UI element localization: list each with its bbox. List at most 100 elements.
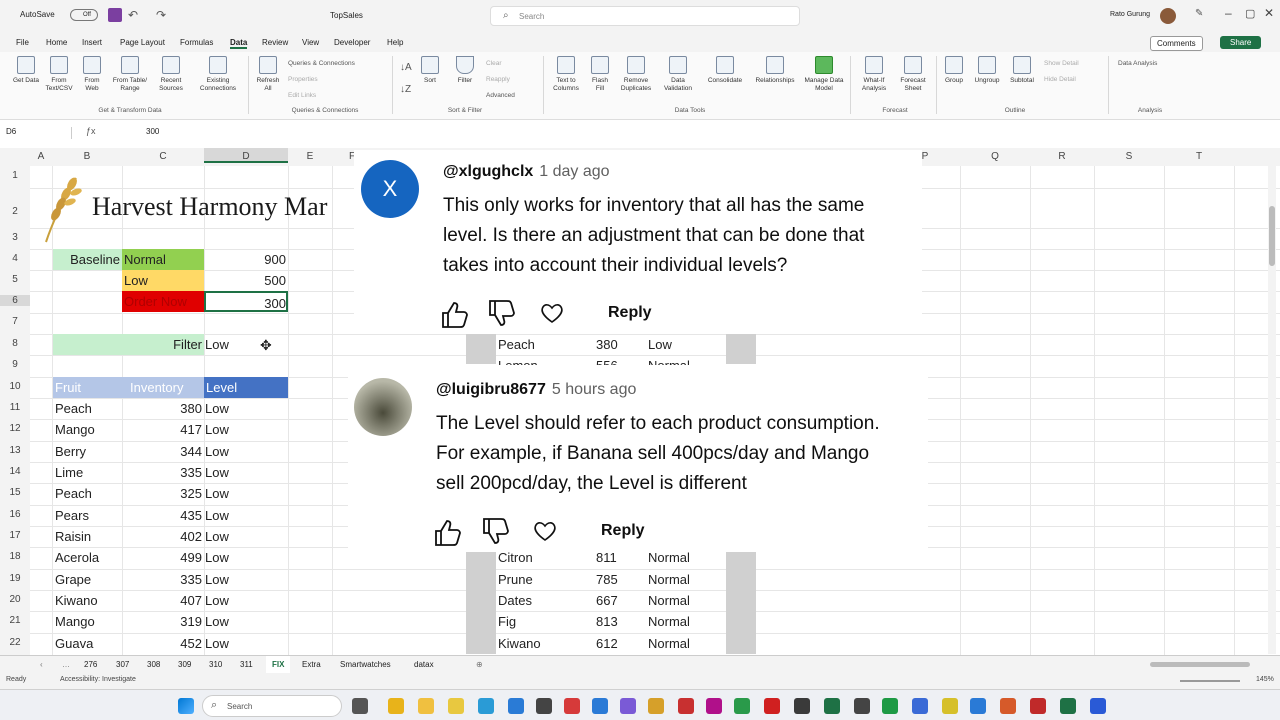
comment-time[interactable]: 5 hours ago <box>552 381 637 398</box>
column-header[interactable]: Q <box>960 151 1030 162</box>
side-cell-fruit[interactable]: Dates <box>498 590 568 611</box>
row-header[interactable]: 20 <box>0 594 30 605</box>
cell-fruit[interactable]: Lime <box>55 462 122 483</box>
properties-button[interactable]: Properties <box>288 76 318 83</box>
powerpoint-icon[interactable] <box>678 698 694 714</box>
tab-developer[interactable]: Developer <box>334 38 370 47</box>
scrollbar-thumb[interactable] <box>1269 206 1275 266</box>
maximize-icon[interactable]: ▢ <box>1245 7 1255 20</box>
cell-level[interactable]: Low <box>205 611 285 632</box>
tabs-prev-icon[interactable]: ‹ <box>40 660 43 669</box>
row-header[interactable]: 9 <box>0 359 30 370</box>
comment-handle[interactable]: @luigibru8677 <box>436 381 546 398</box>
user-avatar[interactable] <box>1160 8 1176 24</box>
horizontal-scrollbar[interactable] <box>1150 662 1250 667</box>
sheet-tab[interactable]: Smartwatches <box>340 660 391 669</box>
side-cell-level[interactable]: Normal <box>648 590 718 611</box>
sheet-tab[interactable]: 307 <box>116 660 129 669</box>
sticky-notes-icon[interactable] <box>448 698 464 714</box>
app-icon[interactable] <box>854 698 870 714</box>
cell-fruit[interactable]: Acerola <box>55 547 122 568</box>
side-cell-inventory[interactable]: 785 <box>596 569 636 590</box>
cell-inventory[interactable]: 499 <box>122 547 202 568</box>
cell-level[interactable]: Low <box>205 526 285 547</box>
filter-value[interactable]: Low <box>205 334 265 355</box>
sort-az-icon[interactable]: ↓A <box>400 62 412 73</box>
side-cell-fruit[interactable]: Kiwano <box>498 633 568 653</box>
taskbar-search[interactable]: ⌕ Search <box>202 695 342 717</box>
what-if-button[interactable]: What-If Analysis <box>854 56 894 93</box>
row-header[interactable]: 2 <box>0 206 30 217</box>
data-analysis-button[interactable]: Data Analysis <box>1118 60 1157 67</box>
get-data-button[interactable]: Get Data <box>12 56 40 85</box>
tab-view[interactable]: View <box>302 38 319 47</box>
vertical-scrollbar[interactable] <box>1268 166 1276 654</box>
filter-button[interactable]: Filter <box>452 56 478 85</box>
clear-button[interactable]: Clear <box>486 60 502 67</box>
app-icon[interactable] <box>1090 698 1106 714</box>
cell-inventory[interactable]: 344 <box>122 441 202 462</box>
comment-avatar[interactable] <box>354 378 412 436</box>
tab-formulas[interactable]: Formulas <box>180 38 213 47</box>
reply-button[interactable]: Reply <box>601 522 645 540</box>
baseline-level-low[interactable]: Low <box>122 270 204 291</box>
side-cell-inventory[interactable]: 811 <box>596 549 636 565</box>
side-cell-inventory[interactable]: 813 <box>596 611 636 632</box>
app-icon[interactable] <box>824 698 840 714</box>
tab-home[interactable]: Home <box>46 38 67 47</box>
cell-level[interactable]: Low <box>205 419 285 440</box>
group-button[interactable]: Group <box>940 56 968 85</box>
vscode-icon[interactable] <box>592 698 608 714</box>
save-icon[interactable] <box>108 8 122 22</box>
side-cell-level[interactable]: Normal <box>648 633 718 653</box>
column-header[interactable]: T <box>1164 151 1234 162</box>
search-box[interactable]: ⌕ Search <box>490 6 800 26</box>
cell-level[interactable]: Low <box>205 590 285 611</box>
zoom-level[interactable]: 145% <box>1256 676 1274 683</box>
row-header[interactable]: 4 <box>0 253 30 264</box>
acrobat-icon[interactable] <box>564 698 580 714</box>
like-icon[interactable] <box>440 300 470 330</box>
column-header[interactable]: B <box>52 151 122 162</box>
file-explorer-icon[interactable] <box>418 698 434 714</box>
youtube-icon[interactable] <box>764 698 780 714</box>
tab-page-layout[interactable]: Page Layout <box>120 38 165 47</box>
cell-level[interactable]: Low <box>205 462 285 483</box>
app-icon[interactable] <box>794 698 810 714</box>
comment-time[interactable]: 1 day ago <box>539 163 609 180</box>
manage-data-model-button[interactable]: Manage Data Model <box>802 56 846 93</box>
show-detail-button[interactable]: Show Detail <box>1044 60 1079 67</box>
baseline-value-order-now[interactable]: 300 <box>204 291 288 312</box>
undo-icon[interactable]: ↶ <box>128 8 138 22</box>
text-to-columns-button[interactable]: Text to Columns <box>548 56 584 93</box>
cell-inventory[interactable]: 435 <box>122 505 202 526</box>
header-level[interactable]: Level <box>204 377 288 398</box>
share-button[interactable]: Share <box>1220 36 1262 49</box>
side-cell-level[interactable]: Normal <box>648 549 718 565</box>
close-icon[interactable]: ✕ <box>1264 6 1274 20</box>
baseline-level-order-now[interactable]: Order Now <box>122 291 204 312</box>
app-icon[interactable] <box>536 698 552 714</box>
cell-inventory[interactable]: 380 <box>122 398 202 419</box>
side-cell-fruit[interactable]: Citron <box>498 549 568 565</box>
cell-inventory[interactable]: 325 <box>122 483 202 504</box>
tab-help[interactable]: Help <box>387 38 403 47</box>
baseline-level-normal[interactable]: Normal <box>122 249 204 270</box>
redo-icon[interactable]: ↷ <box>156 8 166 22</box>
side-cell-inventory[interactable]: 667 <box>596 590 636 611</box>
minimize-icon[interactable]: – <box>1225 6 1232 20</box>
sheet-tab[interactable]: 308 <box>147 660 160 669</box>
refresh-all-button[interactable]: Refresh All <box>254 56 282 93</box>
comment-handle[interactable]: @xlgughclx <box>443 163 533 180</box>
cell-fruit[interactable]: Grape <box>55 569 122 590</box>
queries-connections-button[interactable]: Queries & Connections <box>288 60 355 67</box>
row-header[interactable]: 21 <box>0 615 30 626</box>
side-cell-fruit[interactable]: Fig <box>498 611 568 632</box>
cell-fruit[interactable]: Kiwano <box>55 590 122 611</box>
hide-detail-button[interactable]: Hide Detail <box>1044 76 1076 83</box>
tab-review[interactable]: Review <box>262 38 288 47</box>
side-cell-level[interactable]: Normal <box>648 569 718 590</box>
ungroup-button[interactable]: Ungroup <box>970 56 1004 85</box>
task-view-icon[interactable] <box>352 698 368 714</box>
row-header[interactable]: 7 <box>0 316 30 327</box>
